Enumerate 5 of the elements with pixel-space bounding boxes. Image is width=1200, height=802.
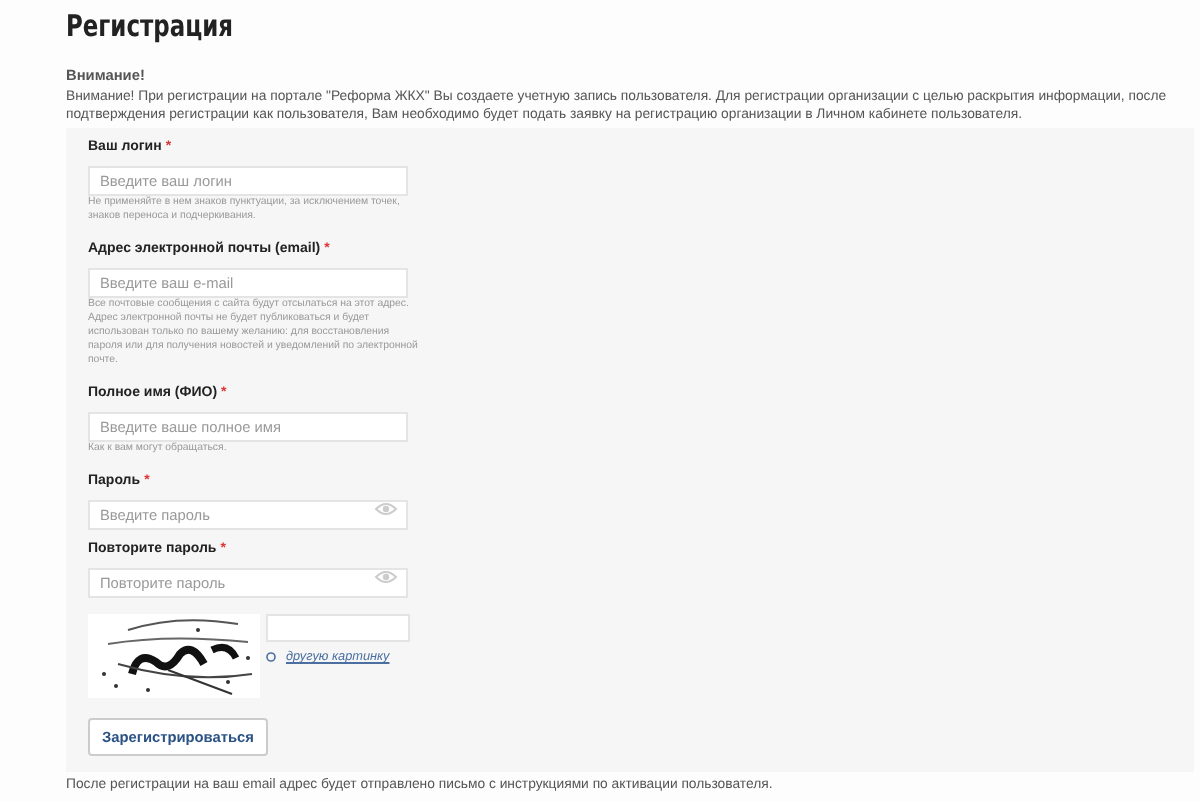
captcha-field[interactable] [266, 614, 410, 642]
eye-icon[interactable] [374, 502, 398, 516]
refresh-icon[interactable] [266, 652, 276, 662]
page-title: Регистрация [66, 8, 234, 44]
eye-icon[interactable] [374, 570, 398, 584]
